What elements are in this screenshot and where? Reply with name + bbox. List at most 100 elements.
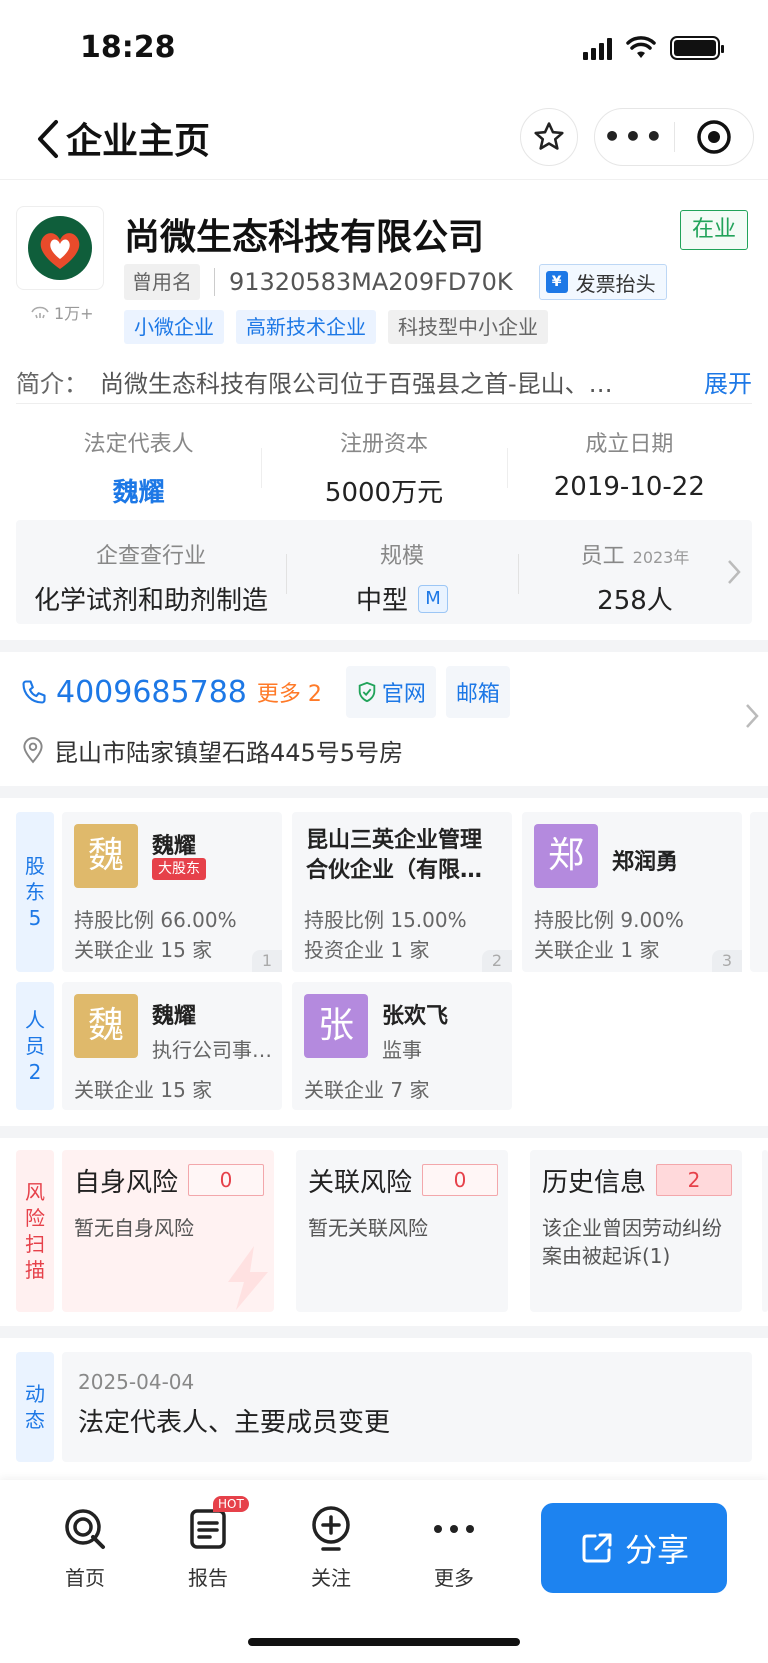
related-companies: 关联企业 15 家: [74, 938, 213, 962]
invoice-title-button[interactable]: ¥ 发票抬头: [538, 264, 667, 300]
tab-char: 员: [25, 1034, 45, 1058]
company-logo-icon: [28, 216, 92, 280]
tab-more[interactable]: 更多: [409, 1504, 499, 1591]
risk-desc: 暂无自身风险: [74, 1216, 194, 1240]
tab-report[interactable]: HOT 报告: [163, 1496, 253, 1591]
home-indicator: [248, 1638, 520, 1646]
staff-label: 员工: [580, 544, 625, 569]
person-card[interactable]: 魏 魏耀 执行公司事… 关联企业 15 家: [62, 982, 282, 1110]
rank-index: 3: [712, 950, 742, 972]
shield-check-icon: [358, 681, 376, 703]
persons-tab[interactable]: 人 员 2: [16, 982, 54, 1110]
status-time: 18:28: [80, 30, 176, 65]
person-name: 魏耀: [152, 1004, 197, 1029]
self-risk-card[interactable]: 自身风险 0 暂无自身风险: [62, 1150, 274, 1312]
favorite-button[interactable]: [520, 108, 578, 166]
person-card[interactable]: 张 张欢飞 监事 关联企业 7 家: [292, 982, 512, 1110]
invoice-label: 发票抬头: [575, 271, 656, 296]
status-badge: 在业: [680, 210, 748, 250]
battery-icon: [670, 36, 724, 60]
address-row[interactable]: 昆山市陆家镇望石路445号5号房: [20, 730, 403, 770]
more-dots-icon: [434, 1525, 474, 1533]
intro-text: 尚微生态科技有限公司位于百强县之首-昆山、…: [100, 370, 613, 398]
tag-small-enterprise[interactable]: 小微企业: [124, 310, 224, 344]
dynamic-card[interactable]: 2025-04-04 法定代表人、主要成员变更: [62, 1352, 752, 1462]
risk-title: 历史信息: [542, 1168, 647, 1198]
credit-code[interactable]: 91320583MA209FD70K: [214, 268, 513, 296]
nav-bar: 企业主页 •••: [0, 100, 768, 180]
invested-companies: 投资企业 1 家: [304, 938, 430, 962]
established-date: 成立日期 2019-10-22: [506, 420, 752, 510]
address-text: 昆山市陆家镇望石路445号5号房: [54, 738, 404, 767]
miniprogram-capsule: •••: [594, 108, 754, 166]
company-logo: [16, 206, 104, 290]
expand-intro-button[interactable]: 展开: [704, 364, 752, 399]
dynamics-tab[interactable]: 动 态: [16, 1352, 54, 1462]
shareholder-card[interactable]: 郑 郑润勇 持股比例 9.00% 关联企业 1 家 3: [522, 812, 742, 972]
tab-char: 扫: [25, 1232, 45, 1256]
intro-label: 简介：: [16, 370, 88, 398]
tab-char: 险: [25, 1206, 45, 1230]
tab-char: 态: [25, 1408, 45, 1432]
shareholders-tab[interactable]: 股 东 5: [16, 812, 54, 972]
tag-high-tech[interactable]: 高新技术企业: [236, 310, 376, 344]
shareholder-name: 昆山三英企业管理合伙企业（有限…: [306, 828, 483, 883]
report-icon: [190, 1509, 226, 1549]
industry-label: 企查查行业: [95, 544, 206, 569]
person-role: 执行公司事…: [152, 1038, 272, 1062]
view-count: 1万+: [30, 300, 94, 324]
related-companies: 关联企业 1 家: [534, 938, 660, 962]
tab-char: 动: [25, 1382, 45, 1406]
tab-count: 2: [28, 1060, 42, 1084]
location-pin-icon: [23, 737, 43, 764]
related-companies: 关联企业 15 家: [74, 1078, 213, 1102]
tag-tech-sme[interactable]: 科技型中小企业: [388, 310, 548, 344]
rank-index: 1: [252, 950, 282, 972]
major-shareholder-badge: 大股东: [152, 858, 206, 880]
share-button[interactable]: 分享: [541, 1503, 727, 1593]
legal-rep-value[interactable]: 魏耀: [16, 472, 261, 509]
date-value: 2019-10-22: [553, 472, 705, 502]
phone-number[interactable]: 4009685788: [56, 675, 247, 710]
tab-label: 报告: [188, 1566, 228, 1590]
back-arrow-icon[interactable]: [30, 114, 70, 164]
email-button[interactable]: 邮箱: [445, 666, 510, 718]
legal-rep-label: 法定代表人: [83, 432, 194, 457]
signal-icon: [583, 36, 612, 60]
shareholder-name: 魏耀: [152, 834, 197, 859]
tab-home[interactable]: 首页: [40, 1504, 130, 1591]
tab-follow[interactable]: 关注: [286, 1504, 376, 1591]
website-button[interactable]: 官网: [345, 666, 436, 718]
tab-label: 首页: [65, 1566, 105, 1590]
home-logo-icon: [65, 1509, 105, 1549]
more-menu-button[interactable]: •••: [595, 108, 674, 166]
person-name: 张欢飞: [382, 1004, 449, 1029]
legal-representative[interactable]: 法定代表人 魏耀: [16, 420, 261, 510]
industry-scale-row[interactable]: 企查查行业 化学试剂和助剂制造 规模 中型 M 员工 2023年 258人: [16, 520, 752, 624]
related-risk-card[interactable]: 关联风险 0 暂无关联风险: [296, 1150, 508, 1312]
registered-capital: 注册资本 5000万元: [261, 420, 506, 510]
shareholder-card[interactable]: 昆山三英企业管理合伙企业（有限… 持股比例 15.00% 投资企业 1 家 2: [292, 812, 512, 972]
risk-title: 自身风险: [74, 1168, 179, 1198]
shareholder-card[interactable]: 魏 魏耀 大股东 持股比例 66.00% 关联企业 15 家 1: [62, 812, 282, 972]
tab-char: 东: [25, 880, 45, 904]
scale-label: 规模: [379, 544, 424, 569]
risk-scan-tab[interactable]: 风 险 扫 描: [16, 1150, 54, 1312]
share-label: 分享: [624, 1531, 689, 1569]
industry-value: 化学试剂和助剂制造: [33, 586, 268, 616]
company-code-row: 曾用名 91320583MA209FD70K ¥ 发票抬头: [124, 264, 667, 300]
former-name-tag[interactable]: 曾用名: [124, 264, 200, 300]
risk-card-peek[interactable]: [762, 1150, 768, 1312]
history-info-card[interactable]: 历史信息 2 该企业曾因劳动纠纷案由被起诉(1): [530, 1150, 742, 1312]
section-divider: [0, 1126, 768, 1138]
staff-cell: 员工 2023年 258人: [518, 520, 752, 624]
staff-year: 2023年: [632, 548, 690, 567]
more-phones-link[interactable]: 更多 2: [257, 676, 322, 708]
tab-count: 5: [28, 906, 42, 930]
section-divider: [0, 1326, 768, 1338]
chevron-right-icon[interactable]: [744, 702, 760, 730]
shareholder-card-peek[interactable]: [750, 812, 768, 972]
close-miniprogram-button[interactable]: [675, 119, 753, 155]
tab-char: 股: [25, 854, 45, 878]
tab-char: 人: [25, 1008, 45, 1032]
